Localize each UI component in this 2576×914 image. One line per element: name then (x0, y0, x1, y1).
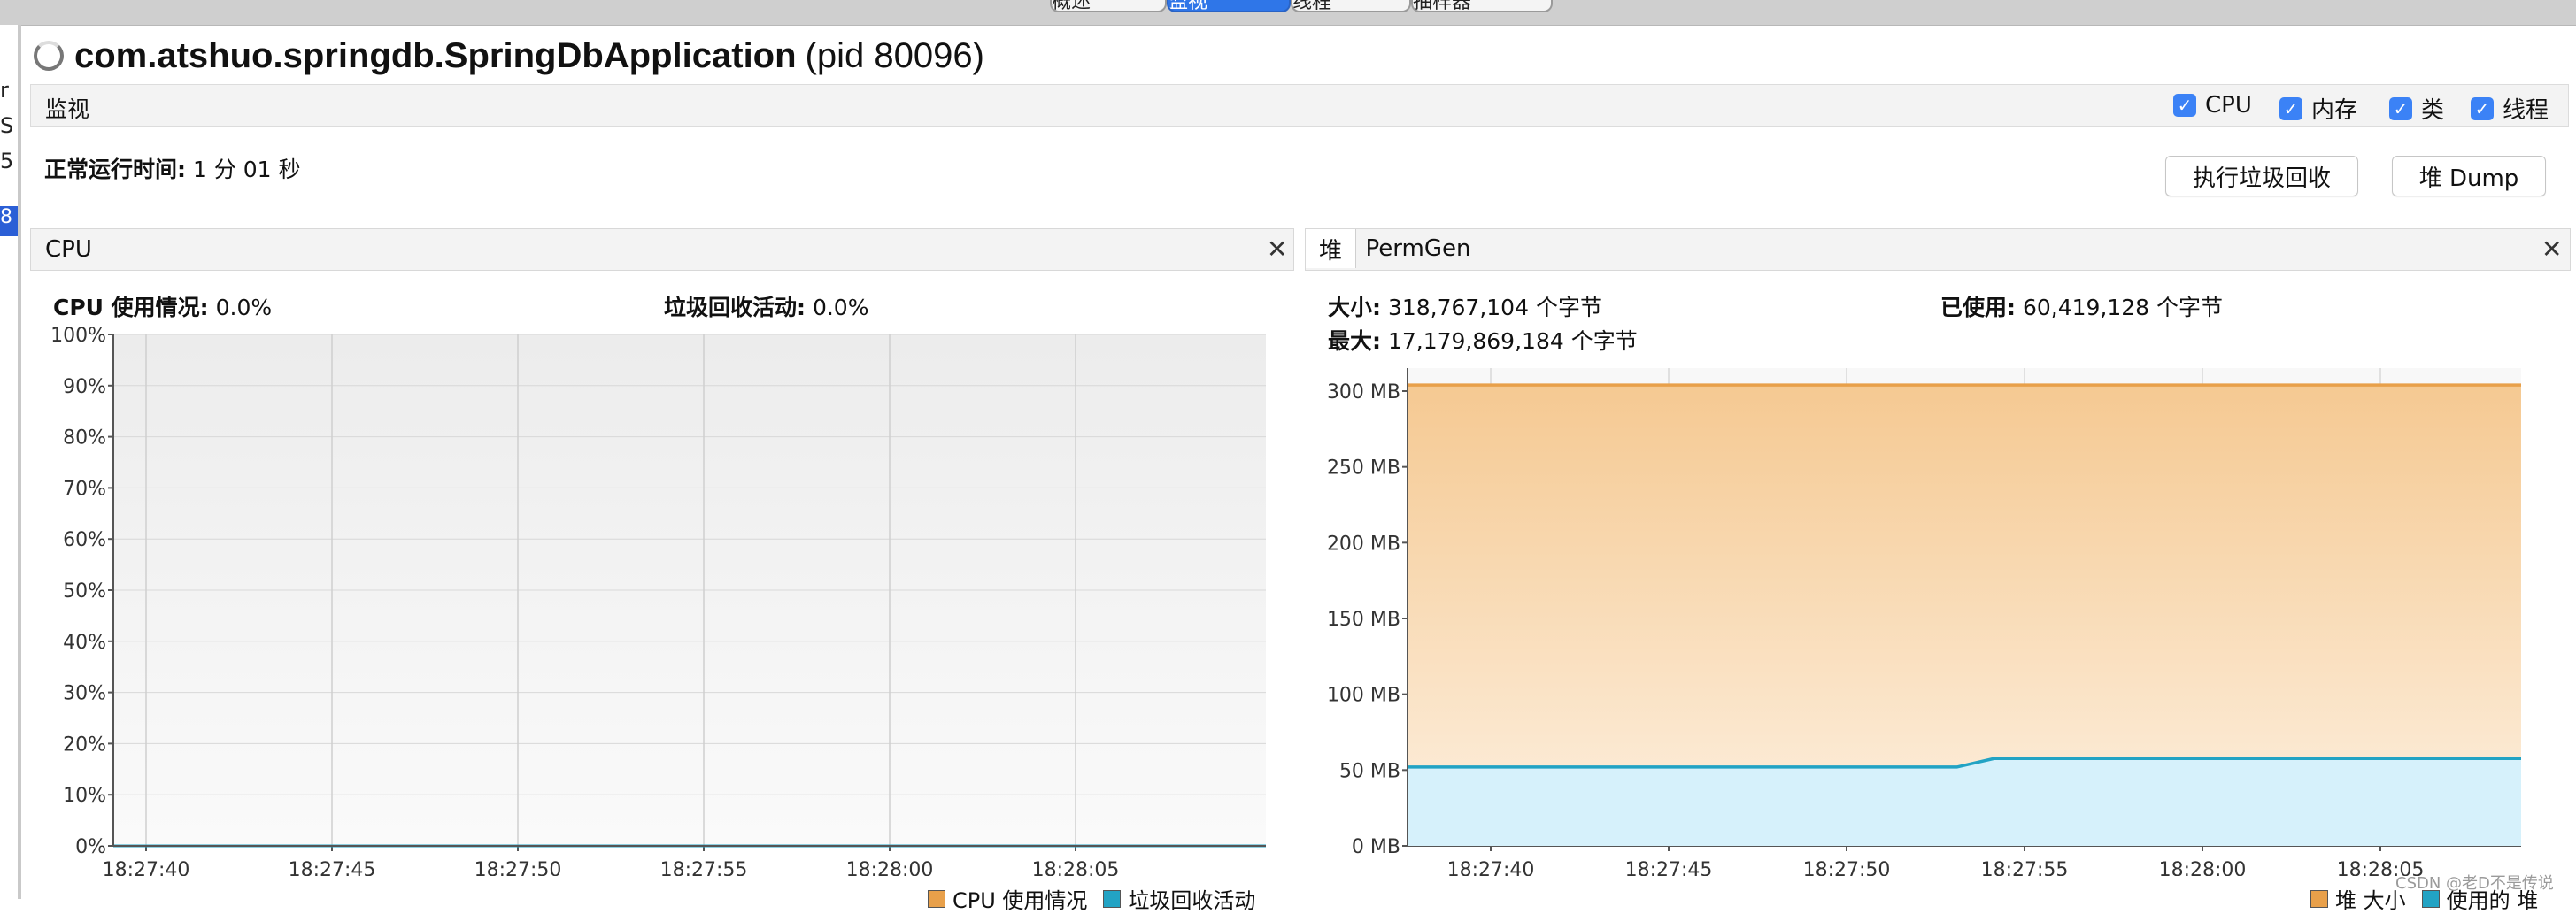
cpu-panel-header: CPU ✕ (30, 228, 1294, 271)
cpu-usage-label: CPU 使用情况: (53, 295, 209, 320)
monitor-label: 监视 (45, 96, 90, 122)
checkbox-cpu[interactable]: ✓ CPU (2173, 92, 2252, 119)
heap-chart: 0 MB 50 MB 100 MB 150 MB 200 MB 250 MB 300 MB 1… (1327, 368, 2521, 876)
gutter-fragment: r (0, 78, 9, 103)
uptime-value: 1 分 01 秒 (192, 157, 301, 182)
cpu-xtick-label: 18:28:00 (846, 859, 934, 876)
heap-used-value: 60,419,128 个字节 (2022, 295, 2224, 320)
cpu-ytick-label: 40% (63, 632, 106, 654)
checkbox-threads[interactable]: ✓ 线程 (2471, 92, 2549, 125)
checkbox-classes-label: 类 (2421, 97, 2445, 124)
heap-size-stat: 大小: 318,767,104 个字节 (1328, 290, 1602, 322)
perform-gc-button[interactable]: 执行垃圾回收 (2165, 156, 2358, 196)
close-icon[interactable]: ✕ (2541, 234, 2562, 264)
tab-sampler[interactable]: 抽样器 (1411, 0, 1553, 12)
cpu-ytick-label: 70% (63, 478, 106, 500)
cpu-ytick-label: 80% (63, 427, 106, 449)
heap-xtick-label: 18:27:50 (1803, 859, 1891, 876)
checkbox-memory[interactable]: ✓ 内存 (2279, 92, 2357, 125)
gutter-selected-item[interactable]: 8 (0, 206, 18, 236)
heap-used-label: 已使用: (1940, 295, 2016, 320)
heap-ytick-label: 50 MB (1339, 760, 1400, 782)
checkbox-threads-label: 线程 (2503, 97, 2549, 124)
heap-max-label: 最大: (1328, 328, 1381, 354)
left-tree-gutter: r S 5) 8 (0, 25, 21, 899)
tab-sampler-label: 抽样器 (1413, 0, 1472, 12)
heap-xtick-label: 18:27:40 (1447, 859, 1535, 876)
cpu-ytick-label: 30% (63, 683, 106, 705)
cpu-ytick-label: 20% (63, 734, 106, 756)
gc-activity-label: 垃圾回收活动: (664, 295, 806, 320)
cpu-xtick-label: 18:27:40 (103, 859, 190, 876)
page-title: com.atshuo.springdb.SpringDbApplication … (34, 34, 984, 78)
cpu-ytick-label: 60% (63, 529, 106, 551)
tab-permgen[interactable]: PermGen (1356, 229, 1480, 268)
heap-xtick-label: 18:27:55 (1981, 859, 2069, 876)
heap-ytick-label: 0 MB (1352, 836, 1400, 858)
heap-ytick-label: 300 MB (1327, 381, 1400, 403)
tab-threads-label: 线程 (1292, 0, 1332, 12)
uptime-label: 正常运行时间: (44, 157, 186, 182)
cpu-ytick-label: 0% (75, 836, 106, 858)
cpu-usage-stat: CPU 使用情况: 0.0% (53, 290, 272, 322)
checkbox-classes[interactable]: ✓ 类 (2389, 92, 2444, 125)
app-name: com.atshuo.springdb.SpringDbApplication (74, 35, 797, 75)
heap-used-area (1408, 758, 2521, 846)
heap-max-stat: 最大: 17,179,869,184 个字节 (1328, 324, 1638, 356)
heap-ytick-label: 200 MB (1327, 533, 1400, 555)
tab-overview[interactable]: 概述 (1050, 0, 1167, 12)
close-icon[interactable]: ✕ (1267, 234, 1287, 264)
heap-ytick-label: 250 MB (1327, 457, 1400, 480)
checkbox-memory-label: 内存 (2311, 97, 2358, 124)
checkbox-cpu-label: CPU (2205, 92, 2252, 119)
gc-activity-value: 0.0% (812, 295, 869, 320)
cpu-ytick-label: 100% (50, 327, 106, 347)
checkmark-icon: ✓ (2471, 96, 2494, 120)
cpu-usage-value: 0.0% (215, 295, 273, 320)
loading-spinner-icon (34, 41, 64, 71)
monitor-header: 监视 ✓ CPU ✓ 内存 ✓ 类 ✓ 线程 (30, 84, 2569, 127)
uptime: 正常运行时间: 1 分 01 秒 (44, 152, 301, 184)
cpu-xtick-label: 18:28:05 (1032, 859, 1120, 876)
gc-activity-stat: 垃圾回收活动: 0.0% (664, 290, 868, 322)
cpu-ytick-label: 90% (63, 376, 106, 398)
heap-size-label: 大小: (1328, 295, 1381, 320)
cpu-xtick-label: 18:27:50 (474, 859, 562, 876)
cpu-xtick-label: 18:27:55 (660, 859, 748, 876)
tab-heap[interactable]: 堆 (1306, 229, 1356, 268)
heap-used-stat: 已使用: 60,419,128 个字节 (1940, 290, 2223, 322)
tab-monitor-label: 监视 (1168, 0, 1208, 12)
tab-monitor[interactable]: 监视 (1167, 0, 1291, 12)
checkmark-icon: ✓ (2279, 96, 2302, 120)
heap-xtick-label: 18:28:00 (2159, 859, 2247, 876)
heap-xtick-label: 18:27:45 (1625, 859, 1713, 876)
gutter-fragment: S (0, 113, 14, 138)
cpu-ytick-label: 10% (63, 785, 106, 807)
heap-max-value: 17,179,869,184 个字节 (1387, 328, 1638, 354)
cpu-chart: 0% 10% 20% 30% 40% 50% 60% 70% 80% 90% 100% 18:27:… (50, 327, 1266, 876)
watermark: CSDN @老D不是传说 (2395, 874, 2554, 893)
heap-dump-button[interactable]: 堆 Dump (2392, 156, 2546, 196)
cpu-xtick-label: 18:27:45 (289, 859, 376, 876)
checkmark-icon: ✓ (2173, 94, 2196, 117)
top-tab-strip: 概述 监视 线程 抽样器 (0, 0, 2576, 26)
heap-ytick-label: 150 MB (1327, 609, 1400, 631)
checkmark-icon: ✓ (2389, 96, 2412, 120)
heap-panel-header: 堆 PermGen ✕ (1305, 228, 2571, 271)
tab-overview-label: 概述 (1052, 0, 1091, 12)
tab-threads[interactable]: 线程 (1291, 0, 1411, 12)
heap-ytick-label: 100 MB (1327, 685, 1400, 707)
cpu-panel-title: CPU (45, 236, 92, 263)
heap-size-value: 318,767,104 个字节 (1387, 295, 1602, 320)
cpu-ytick-label: 50% (63, 580, 106, 603)
gutter-fragment: 5) (0, 149, 14, 173)
app-pid: (pid 80096) (805, 35, 984, 75)
